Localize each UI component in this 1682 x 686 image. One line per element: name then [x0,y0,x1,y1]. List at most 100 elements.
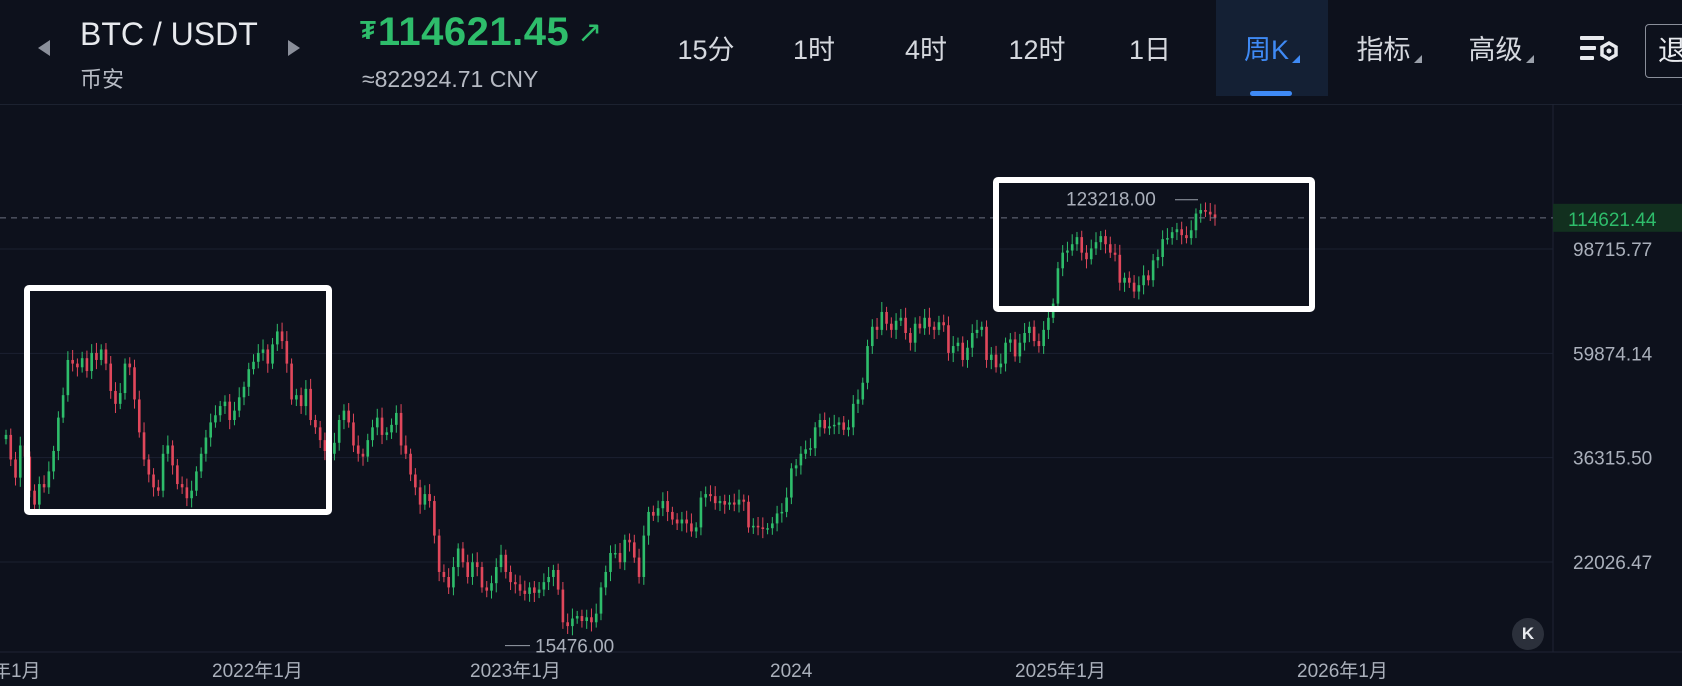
candle [494,567,498,584]
candle [128,363,132,368]
candle [918,323,922,329]
candle [913,323,917,343]
candle [256,352,260,362]
candle [99,349,103,360]
candle [594,613,598,623]
candle [1032,326,1036,342]
candle [618,552,622,563]
tab-1h[interactable]: 1时 [764,0,864,96]
last-price-block: ₮114621.45 ↗ [360,10,602,55]
tab-indicators[interactable]: 指标 [1336,0,1442,96]
candle [47,471,51,488]
candle [928,317,931,327]
trading-pair[interactable]: BTC / USDT [80,16,258,53]
candle [751,525,755,528]
candle [989,354,993,360]
tab-1d[interactable]: 1日 [1100,0,1200,96]
candle [1199,210,1203,214]
candle [252,361,255,370]
candle [204,437,208,454]
candle [1156,257,1160,261]
candle [61,395,65,418]
candle [38,484,41,505]
candle [1108,244,1112,253]
previous-pair-icon[interactable] [38,40,50,56]
candle [761,527,765,530]
candle [1213,214,1217,218]
candle [471,562,474,577]
candle [180,484,184,488]
candle [1042,329,1045,347]
candle [318,427,322,441]
candle [709,494,712,497]
candle [690,523,693,532]
candle [371,427,374,441]
candle [295,395,298,400]
candle [375,417,379,428]
tab-4h[interactable]: 4时 [874,0,978,96]
candle [718,501,722,504]
candle [599,587,603,614]
candle [480,567,484,588]
candle [1137,285,1141,292]
candle [361,453,365,457]
candle [1028,326,1031,334]
candle [809,448,812,450]
tab-advanced[interactable]: 高级 [1448,0,1554,96]
candle [233,410,236,420]
candle [1170,232,1174,239]
candle [528,587,531,594]
candle [771,523,774,529]
candle [513,582,517,585]
candle [4,434,8,440]
candle [790,468,793,498]
candle [961,342,965,360]
candle [242,386,246,398]
candle [742,499,746,502]
candle [518,584,522,591]
exit-button[interactable]: 退 [1645,24,1682,78]
dropdown-triangle-icon [1525,55,1534,63]
candle [366,440,370,457]
tether-currency-icon: ₮ [360,15,376,45]
tab-15m[interactable]: 15分 [660,0,752,96]
candle [171,445,174,466]
candlestick-chart[interactable]: 98715.77 59874.14 36315.50 22026.47 年1月 2022年… [0,104,1682,686]
candle [223,401,227,407]
candle [1018,342,1022,357]
candle [804,449,807,454]
top-bar: BTC / USDT 币安 ₮114621.45 ↗ ≈822924.71 CNY… [0,0,1682,105]
candle [18,445,22,478]
candle [1004,342,1007,364]
candle [1208,211,1212,215]
collapse-chart-button[interactable]: K [1512,618,1544,650]
tab-weekly[interactable]: 周K [1216,0,1328,96]
exchange-name: 币安 [80,67,125,92]
candle [552,569,555,577]
candle [437,535,441,572]
chart-settings-icon[interactable] [1578,30,1622,70]
candle [218,406,222,416]
next-pair-icon[interactable] [288,40,300,56]
candle [161,453,165,491]
candle [756,525,760,528]
candle [337,419,341,443]
candle [247,369,251,387]
candle [442,571,446,577]
candle [390,424,393,433]
tab-12h[interactable]: 12时 [982,0,1092,96]
candle [137,399,141,433]
candle [837,422,841,425]
candle [1013,339,1017,357]
x-axis-label: 2022年1月 [212,660,303,682]
dropdown-triangle-icon [1413,55,1422,63]
chart-canvas[interactable]: 98715.77 59874.14 36315.50 22026.47 年1月 2022年… [0,104,1682,686]
candle [828,426,831,429]
candle [1066,250,1069,253]
candle [666,501,669,512]
candle [1128,277,1131,283]
candle [975,329,979,334]
candle [699,497,703,528]
candle [76,363,79,368]
candle [637,557,641,577]
